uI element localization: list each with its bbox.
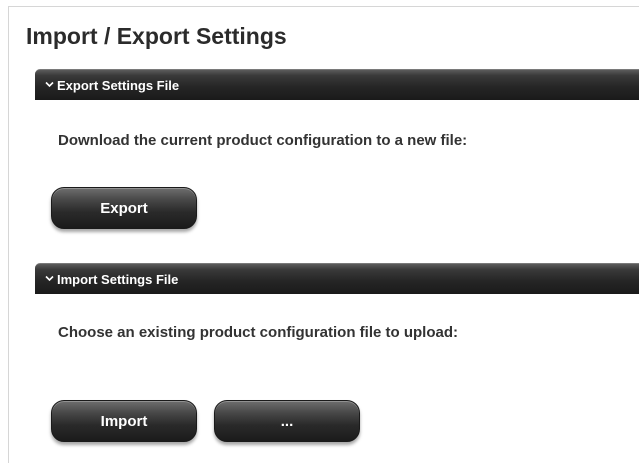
export-section-header[interactable]: Export Settings File — [35, 69, 639, 100]
browse-file-button[interactable]: ... — [214, 400, 360, 442]
chevron-down-icon — [45, 80, 54, 89]
export-button[interactable]: Export — [51, 187, 197, 229]
page-title: Import / Export Settings — [26, 23, 287, 49]
import-description: Choose an existing product configuration… — [58, 324, 458, 341]
export-section-title: Export Settings File — [57, 77, 180, 93]
import-button[interactable]: Import — [51, 400, 197, 442]
export-description: Download the current product configurati… — [58, 132, 468, 149]
import-section-header[interactable]: Import Settings File — [35, 263, 639, 294]
chevron-down-icon — [45, 274, 54, 283]
import-section-title: Import Settings File — [57, 271, 179, 287]
